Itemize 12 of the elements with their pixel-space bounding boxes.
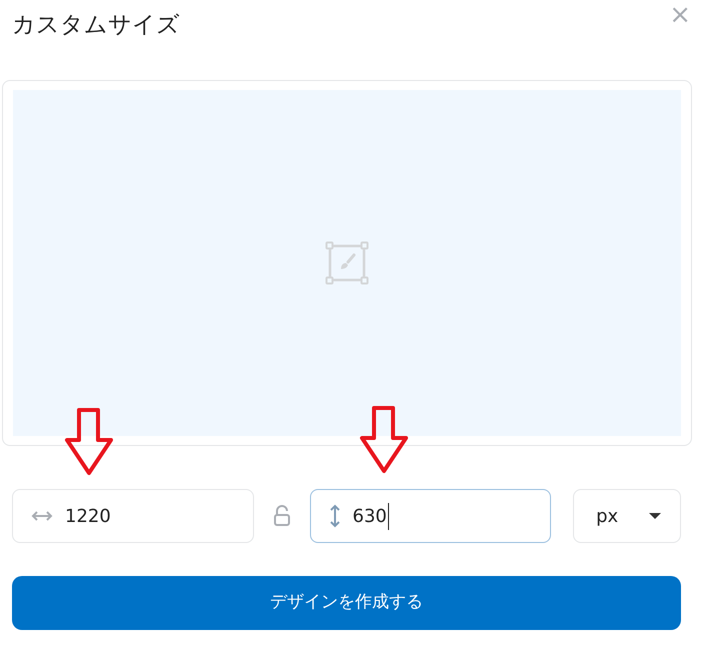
design-placeholder-icon bbox=[325, 241, 369, 285]
width-field[interactable]: 1220 bbox=[12, 489, 254, 543]
height-field[interactable]: 630 bbox=[310, 489, 552, 543]
horizontal-arrows-icon bbox=[31, 510, 53, 522]
caret-icon bbox=[648, 512, 662, 520]
unit-dropdown[interactable]: px bbox=[573, 489, 681, 543]
annotation-arrow-icon bbox=[64, 408, 114, 476]
annotation-arrow-icon bbox=[359, 406, 409, 474]
vertical-arrows-icon bbox=[328, 504, 340, 528]
dialog-title: カスタムサイズ bbox=[12, 12, 180, 40]
unlocked-padlock-icon[interactable] bbox=[272, 505, 291, 527]
create-design-button[interactable]: デザインを作成する bbox=[12, 576, 681, 630]
